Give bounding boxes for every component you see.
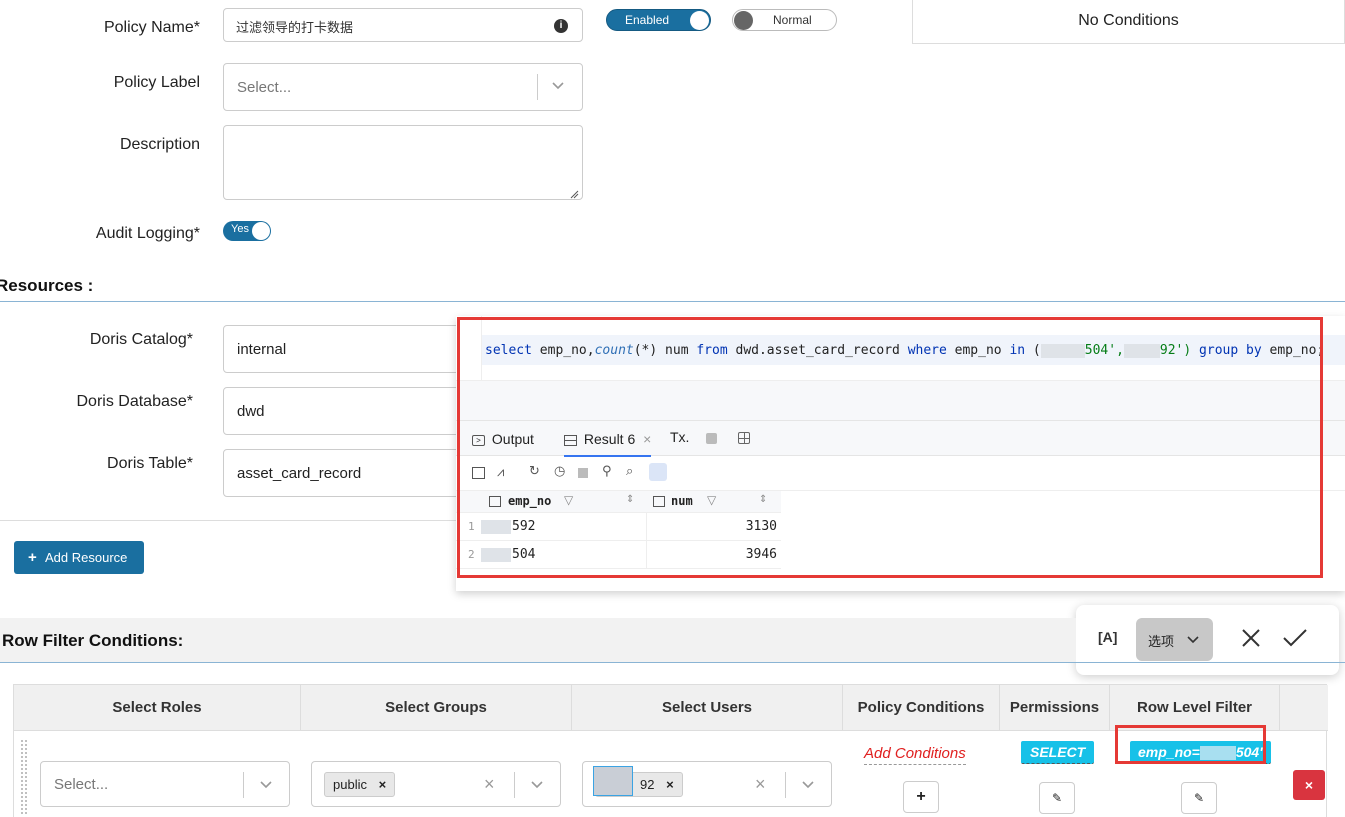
chevron-down-icon [1186, 632, 1200, 651]
filter-highlight-box [1115, 725, 1266, 764]
catalog-value: internal [237, 341, 287, 358]
normal-toggle[interactable]: Normal [732, 9, 837, 31]
header-select-users: Select Users [572, 685, 843, 731]
add-resource-label: Add Resource [45, 550, 128, 565]
chevron-down-icon[interactable] [258, 776, 274, 797]
permission-badge[interactable]: SELECT [1021, 741, 1095, 764]
enabled-toggle-label: Enabled [625, 13, 670, 27]
edit-permission-icon[interactable]: ✎ [1039, 782, 1075, 814]
no-conditions-text: No Conditions [1078, 12, 1179, 29]
table-value: asset_card_record [237, 465, 362, 482]
row-filter-divider [0, 662, 1345, 663]
info-icon[interactable]: i [554, 19, 568, 33]
clear-icon[interactable]: × [484, 774, 495, 795]
drag-handle-icon[interactable] [20, 739, 28, 815]
catalog-input[interactable]: internal [223, 325, 483, 373]
remove-icon[interactable]: × [666, 777, 674, 792]
header-select-roles: Select Roles [14, 685, 301, 731]
confirm-icon[interactable] [1282, 627, 1308, 654]
clear-icon[interactable]: × [755, 774, 766, 795]
audit-toggle-label: Yes [231, 223, 249, 235]
highlight-box [457, 317, 1323, 578]
database-label: Doris Database* [76, 393, 194, 410]
resources-divider [0, 301, 1345, 302]
group-chip-label: public [333, 777, 367, 792]
roles-placeholder: Select... [54, 776, 109, 793]
add-conditions-link[interactable]: Add Conditions [864, 745, 966, 765]
audit-logging-label: Audit Logging* [95, 225, 200, 242]
add-resource-button[interactable]: + Add Resource [14, 541, 144, 574]
edit-row-filter-icon[interactable]: ✎ [1181, 782, 1217, 814]
users-select[interactable]: 92 × × [582, 761, 832, 807]
screenshot-toolbar: [A] 选项 [1076, 605, 1339, 675]
conditions-panel: No Conditions [912, 0, 1345, 44]
chevron-down-icon[interactable] [550, 77, 566, 93]
user-chip-label: 92 [640, 777, 655, 792]
policy-name-input[interactable]: 过滤领导的打卡数据 i [223, 8, 583, 42]
options-label: 选项 [1148, 634, 1175, 649]
enabled-toggle[interactable]: Enabled [606, 9, 711, 31]
audit-logging-toggle[interactable]: Yes [223, 221, 271, 241]
policy-name-label: Policy Name* [103, 19, 200, 36]
toggle-knob-icon [690, 11, 709, 30]
header-select-groups: Select Groups [301, 685, 572, 731]
header-permissions: Permissions [1000, 685, 1110, 731]
add-condition-button[interactable]: + [903, 781, 939, 813]
toggle-knob-icon [252, 222, 270, 240]
catalog-label: Doris Catalog* [89, 331, 193, 348]
policy-label-label: Policy Label [113, 74, 200, 91]
row-filter-title: Row Filter Conditions: [2, 631, 184, 650]
roles-select[interactable]: Select... [40, 761, 290, 807]
policy-label-placeholder: Select... [237, 79, 292, 96]
resize-handle-icon[interactable] [569, 186, 579, 199]
description-textarea[interactable] [223, 125, 583, 200]
table-input[interactable]: asset_card_record [223, 449, 483, 497]
chevron-down-icon[interactable] [800, 776, 816, 797]
text-recognition-icon[interactable]: [A] [1098, 629, 1117, 645]
groups-select[interactable]: public × × [311, 761, 561, 807]
toggle-knob-icon [734, 11, 753, 30]
resources-title: Resources : [0, 276, 94, 295]
database-input[interactable]: dwd [223, 387, 483, 435]
group-chip[interactable]: public × [324, 772, 396, 797]
resources-bottom-divider [0, 520, 460, 521]
redacted-block [593, 766, 633, 796]
plus-icon: + [28, 549, 37, 566]
header-policy-conditions: Policy Conditions [843, 685, 1000, 731]
database-value: dwd [237, 403, 265, 420]
chevron-down-icon[interactable] [529, 776, 545, 797]
remove-icon[interactable]: × [379, 777, 387, 792]
normal-toggle-label: Normal [773, 13, 812, 27]
policy-name-value: 过滤领导的打卡数据 [236, 20, 354, 35]
policy-label-select[interactable]: Select... [223, 63, 583, 111]
description-label: Description [119, 136, 200, 153]
close-icon[interactable] [1240, 627, 1262, 654]
delete-row-button[interactable]: × [1293, 770, 1325, 800]
options-dropdown[interactable]: 选项 [1136, 618, 1213, 661]
table-label: Doris Table* [107, 455, 193, 472]
